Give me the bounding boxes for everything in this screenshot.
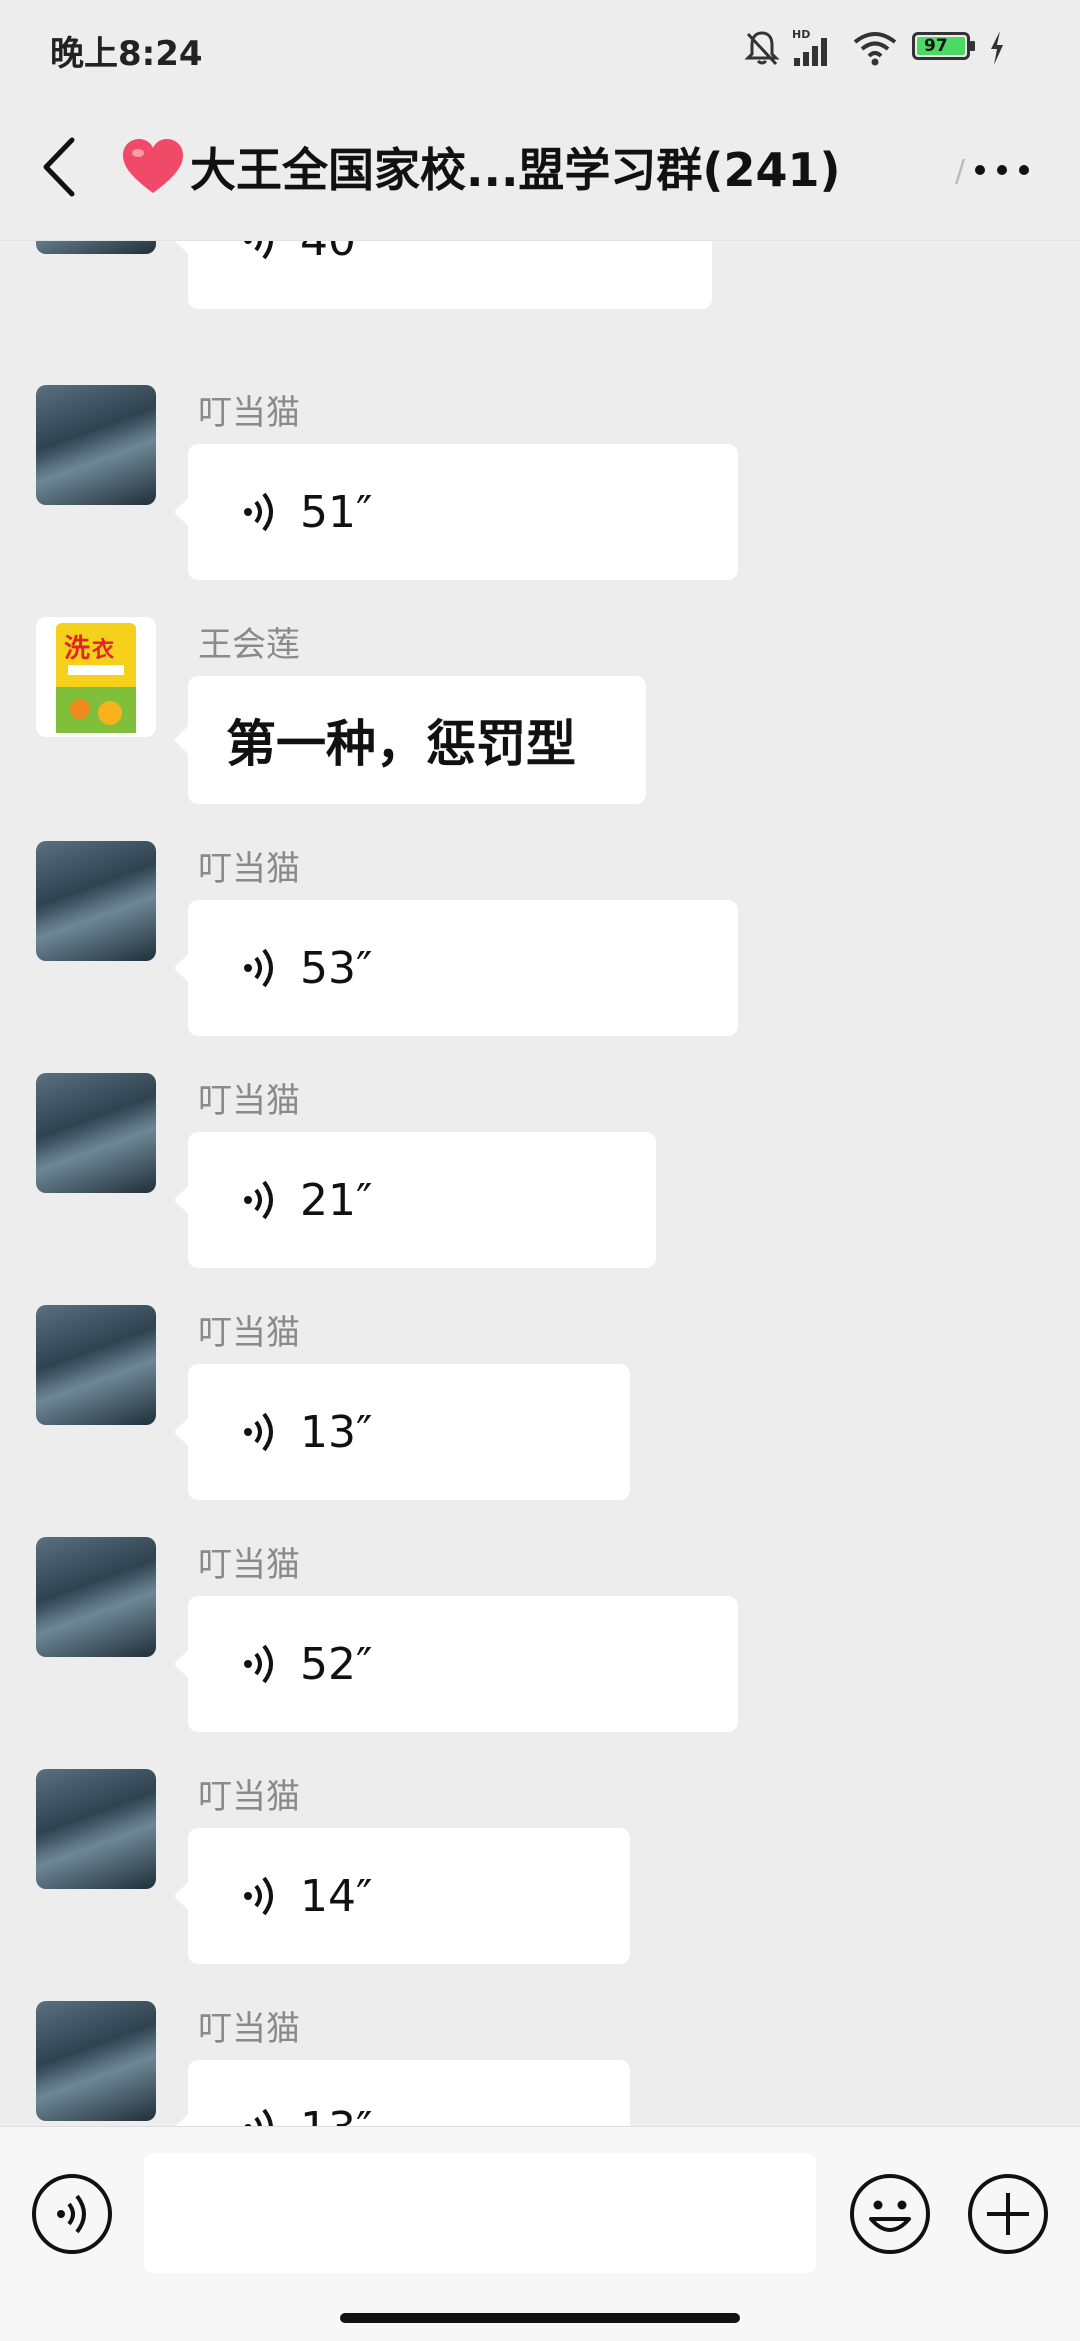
sender-name: 叮当猫 [198, 1777, 300, 1817]
voice-input-icon[interactable] [31, 2173, 113, 2255]
voice-duration: 40″ [300, 241, 372, 266]
heart-icon [123, 139, 183, 193]
sender-name: 叮当猫 [198, 1081, 300, 1121]
voice-wave-icon [244, 1876, 273, 1916]
avatar[interactable] [36, 1769, 156, 1889]
voice-message-bubble[interactable]: 51″ [174, 444, 738, 580]
sender-name: 王会莲 [198, 625, 300, 665]
wifi-icon [853, 32, 897, 66]
chat-title[interactable]: 大王全国家校...盟学习群(241) [120, 134, 841, 200]
avatar[interactable] [36, 1537, 156, 1657]
status-time: 晚上8:24 [50, 34, 203, 74]
sender-name: 叮当猫 [198, 1545, 300, 1585]
message-input[interactable] [144, 2153, 816, 2273]
avatar[interactable] [36, 385, 156, 505]
voice-duration: 13″ [300, 2103, 372, 2126]
avatar[interactable] [36, 241, 156, 254]
status-icons: HD 97 [742, 28, 1042, 68]
battery-percent: 97 [924, 36, 948, 56]
voice-message-bubble[interactable]: 40″ [174, 241, 712, 309]
mute-bell-icon [744, 31, 780, 66]
message-text: 第一种，惩罚型 [226, 715, 576, 773]
sender-name: 叮当猫 [198, 393, 300, 433]
back-button[interactable] [36, 136, 84, 198]
network-type-label: HD [792, 28, 810, 41]
nav-bar: 大王全国家校...盟学习群(241) / [0, 96, 1080, 241]
avatar[interactable]: 洗 衣 [36, 617, 156, 737]
voice-message-bubble[interactable]: 13″ [174, 1364, 630, 1500]
voice-duration: 21″ [300, 1175, 373, 1226]
signal-icon: HD [792, 28, 827, 66]
plus-icon[interactable] [967, 2173, 1049, 2255]
voice-duration: 52″ [300, 1639, 373, 1690]
voice-wave-icon [244, 492, 273, 532]
avatar[interactable] [36, 2001, 156, 2121]
voice-message-bubble[interactable]: 13″ [174, 2060, 630, 2126]
home-indicator[interactable] [340, 2313, 740, 2323]
voice-wave-icon [244, 2108, 273, 2126]
voice-wave-icon [244, 1644, 273, 1684]
voice-wave-icon [244, 1412, 273, 1452]
voice-duration: 51″ [300, 487, 373, 538]
emoji-icon[interactable] [849, 2173, 931, 2255]
title-overflow-fragment: / [955, 154, 966, 189]
svg-text:洗: 洗 [64, 634, 90, 664]
input-bar [0, 2126, 1080, 2341]
avatar[interactable] [36, 841, 156, 961]
sender-name: 叮当猫 [198, 2009, 300, 2049]
chat-title-text: 大王全国家校...盟学习群(241) [190, 143, 841, 197]
avatar[interactable] [36, 1305, 156, 1425]
status-bar: 晚上8:24 HD 97 [0, 0, 1080, 96]
text-message-bubble[interactable]: 第一种，惩罚型 [174, 676, 646, 804]
voice-message-bubble[interactable]: 21″ [174, 1132, 656, 1268]
voice-duration: 53″ [300, 943, 373, 994]
battery-icon: 97 [912, 32, 978, 62]
charging-icon [991, 31, 1003, 65]
voice-wave-icon [244, 241, 273, 260]
voice-duration: 13″ [300, 1407, 373, 1458]
voice-wave-icon [244, 948, 273, 988]
voice-wave-icon [244, 1180, 273, 1220]
avatar[interactable] [36, 1073, 156, 1193]
detergent-bag-avatar-icon: 洗 衣 [36, 617, 156, 737]
svg-text:衣: 衣 [92, 637, 114, 663]
chat-list[interactable]: 40″ 叮当猫 51″ 洗 衣 [0, 241, 1080, 2126]
more-dots-icon[interactable] [972, 162, 1032, 178]
sender-name: 叮当猫 [198, 849, 300, 889]
sender-name: 叮当猫 [198, 1313, 300, 1353]
voice-message-bubble[interactable]: 14″ [174, 1828, 630, 1964]
voice-duration: 14″ [300, 1871, 373, 1922]
voice-message-bubble[interactable]: 53″ [174, 900, 738, 1036]
voice-message-bubble[interactable]: 52″ [174, 1596, 738, 1732]
